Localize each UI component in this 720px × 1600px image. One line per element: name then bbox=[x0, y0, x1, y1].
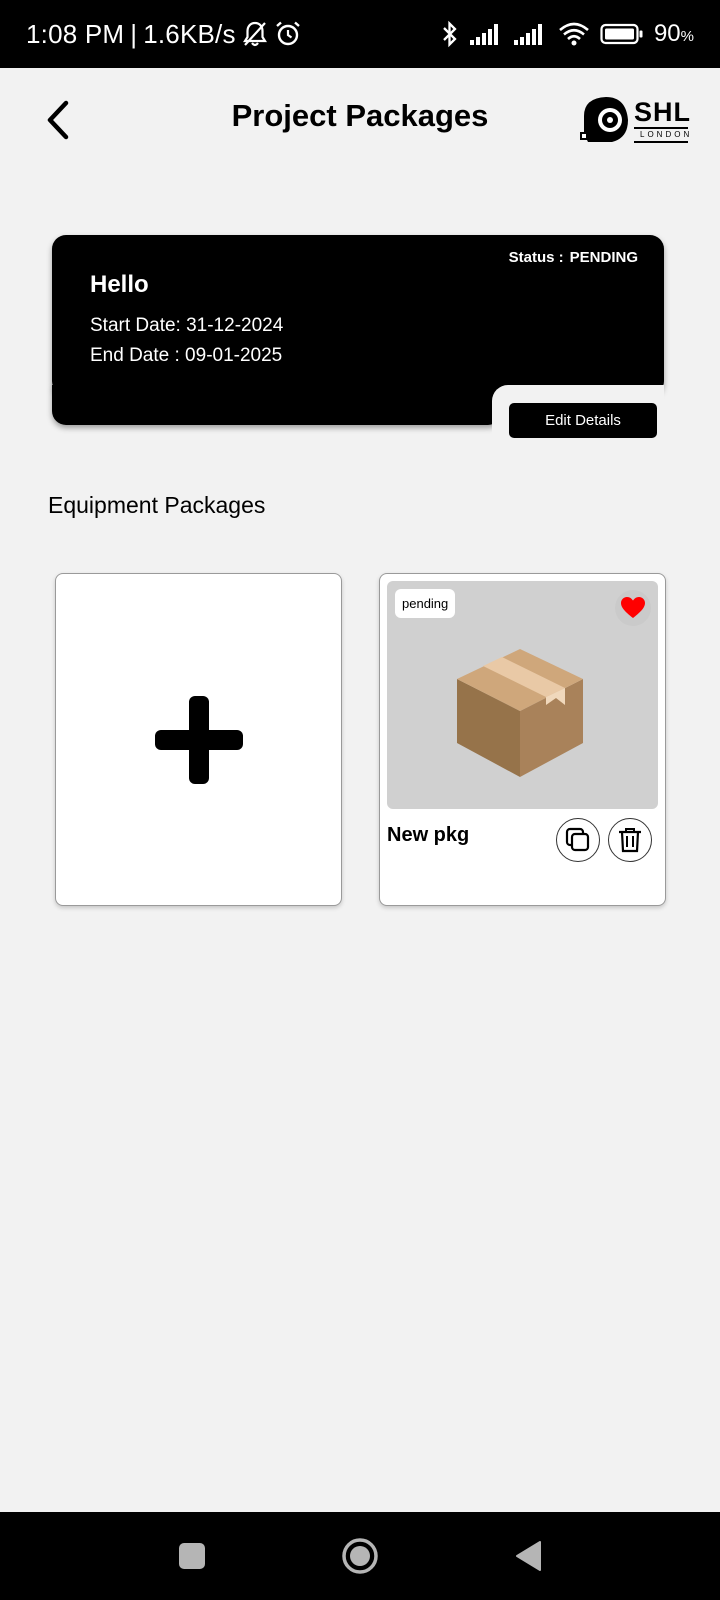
package-image: pending bbox=[387, 581, 658, 809]
wifi-icon bbox=[558, 21, 590, 47]
recents-square-icon bbox=[179, 1543, 205, 1569]
project-card: Status : PENDING Hello Start Date: 31-12-… bbox=[52, 235, 664, 438]
project-name: Hello bbox=[90, 271, 149, 298]
home-circle-icon bbox=[342, 1538, 378, 1574]
back-triangle-icon bbox=[516, 1541, 541, 1571]
status-time: 1:08 PM bbox=[26, 18, 125, 49]
network-speed: 1.6KB/s bbox=[143, 18, 236, 49]
package-card[interactable]: pending New pkg bbox=[379, 573, 666, 906]
plus-icon bbox=[154, 695, 243, 784]
copy-icon bbox=[565, 827, 590, 852]
recents-button[interactable] bbox=[172, 1536, 212, 1576]
project-status: Status : PENDING bbox=[509, 249, 638, 266]
bell-off-icon bbox=[242, 20, 268, 48]
home-button[interactable] bbox=[340, 1536, 380, 1576]
status-bar: 1:08 PM | 1.6KB/s 90% bbox=[0, 0, 720, 68]
speaker-helmet-icon bbox=[580, 97, 628, 142]
copy-button[interactable] bbox=[556, 818, 600, 862]
favorite-button[interactable] bbox=[615, 590, 651, 626]
status-separator: | bbox=[130, 18, 138, 49]
section-title: Equipment Packages bbox=[48, 492, 266, 518]
box-icon bbox=[457, 649, 583, 777]
status-label: Status : bbox=[508, 249, 564, 266]
battery-icon bbox=[600, 22, 644, 46]
logo-text: SHL bbox=[634, 97, 691, 127]
end-date: End Date : 09-01-2025 bbox=[90, 345, 283, 366]
trash-icon bbox=[619, 828, 641, 853]
card-background-tab bbox=[52, 385, 502, 425]
add-package-button[interactable] bbox=[55, 573, 342, 906]
battery-percent: 90% bbox=[653, 20, 694, 47]
edit-details-button[interactable]: Edit Details bbox=[509, 403, 657, 438]
logo-subtext: LONDON bbox=[640, 130, 693, 139]
back-nav-button[interactable] bbox=[508, 1536, 548, 1576]
signal-icon bbox=[513, 22, 548, 46]
logo-divider bbox=[634, 141, 688, 143]
status-left: 1:08 PM | 1.6KB/s bbox=[26, 0, 302, 68]
app-header: Project Packages SHL LONDON bbox=[0, 68, 720, 172]
status-value: PENDING bbox=[569, 249, 638, 266]
brand-logo: SHL LONDON bbox=[578, 94, 690, 146]
start-date: Start Date: 31-12-2024 bbox=[90, 315, 284, 336]
bluetooth-icon bbox=[440, 20, 460, 48]
delete-button[interactable] bbox=[608, 818, 652, 862]
status-right: 90% bbox=[440, 0, 694, 68]
heart-icon bbox=[621, 597, 645, 618]
system-nav-bar bbox=[0, 1512, 720, 1600]
package-status-badge: pending bbox=[395, 589, 456, 618]
signal-icon bbox=[469, 22, 504, 46]
alarm-icon bbox=[274, 20, 302, 48]
package-name: New pkg bbox=[387, 824, 470, 846]
logo-divider bbox=[634, 127, 688, 129]
